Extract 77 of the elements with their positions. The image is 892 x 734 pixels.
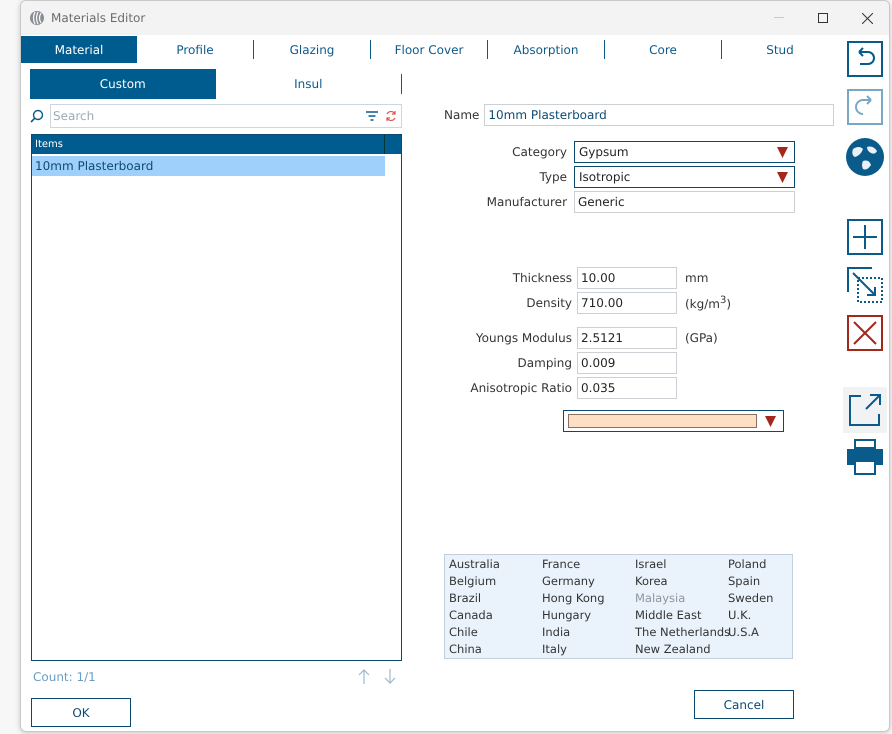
- country-item[interactable]: Sweden: [728, 591, 788, 608]
- delete-icon[interactable]: [847, 315, 883, 351]
- add-icon[interactable]: [847, 219, 883, 255]
- tab[interactable]: Stud: [722, 40, 838, 59]
- country-item[interactable]: Korea: [635, 574, 728, 591]
- field-label: Damping: [516, 356, 572, 370]
- dropdown[interactable]: Gypsum: [574, 141, 795, 163]
- window-title: Materials Editor: [51, 11, 146, 25]
- country-item[interactable]: Chile: [449, 625, 542, 642]
- field-label: Name: [444, 108, 480, 122]
- country-item[interactable]: China: [449, 642, 542, 659]
- country-item[interactable]: Brazil: [449, 591, 542, 608]
- number-field[interactable]: 0.035: [577, 377, 677, 399]
- number-field[interactable]: 2.5121: [577, 327, 677, 349]
- unit-label: (GPa): [684, 331, 719, 345]
- country-item[interactable]: Hungary: [542, 608, 635, 625]
- country-item[interactable]: Canada: [449, 608, 542, 625]
- unit-label: mm: [684, 271, 710, 285]
- number-field[interactable]: 710.00: [577, 292, 677, 314]
- dropdown-arrow-icon: [777, 172, 788, 182]
- filter-icon[interactable]: [366, 111, 378, 121]
- tab[interactable]: Absorption: [488, 40, 605, 59]
- sub-tab[interactable]: Insul: [216, 74, 402, 94]
- dropdown[interactable]: Isotropic: [574, 166, 795, 188]
- app-logo-icon: [29, 10, 45, 26]
- tab[interactable]: Profile: [137, 40, 254, 59]
- tab[interactable]: Material: [21, 36, 137, 63]
- dropdown-arrow-icon: [765, 416, 776, 426]
- country-item[interactable]: U.K.: [728, 608, 788, 625]
- globe-icon[interactable]: [845, 137, 885, 177]
- country-item[interactable]: Israel: [635, 557, 728, 574]
- tab[interactable]: Core: [605, 40, 722, 59]
- country-item[interactable]: Middle East: [635, 608, 728, 625]
- field-label: Thickness: [512, 271, 572, 285]
- number-field[interactable]: 10.00: [577, 267, 677, 289]
- field-label: Density: [525, 296, 572, 310]
- cancel-button[interactable]: Cancel: [694, 690, 794, 719]
- resize-icon[interactable]: [847, 267, 883, 303]
- unit-label: (kg/m$^{3}$): [684, 295, 732, 311]
- field-label: Type: [538, 170, 567, 184]
- item-count: Count: 1/1: [32, 670, 96, 684]
- name-field[interactable]: 10mm Plasterboard: [484, 104, 834, 126]
- field-label: Category: [511, 145, 567, 159]
- field-label: Anisotropic Ratio: [469, 381, 572, 395]
- tab[interactable]: Glazing: [254, 40, 371, 59]
- country-item[interactable]: New Zealand: [635, 642, 728, 659]
- list-item[interactable]: 10mm Plasterboard: [32, 156, 385, 176]
- number-field[interactable]: 0.009: [577, 352, 677, 374]
- country-item[interactable]: India: [542, 625, 635, 642]
- maximize-icon[interactable]: [818, 13, 828, 23]
- text-field[interactable]: Generic: [574, 191, 795, 213]
- country-item[interactable]: Hong Kong: [542, 591, 635, 608]
- printer-icon[interactable]: [847, 439, 883, 475]
- country-item[interactable]: Poland: [728, 557, 788, 574]
- country-item[interactable]: Belgium: [449, 574, 542, 591]
- country-item[interactable]: The Netherlands: [635, 625, 728, 642]
- country-item[interactable]: Australia: [449, 557, 542, 574]
- country-item[interactable]: Spain: [728, 574, 788, 591]
- redo-icon[interactable]: [847, 89, 883, 125]
- export-icon: [848, 393, 882, 427]
- color-dropdown[interactable]: [563, 410, 784, 432]
- refresh-icon[interactable]: [385, 110, 397, 122]
- search-field[interactable]: Search: [50, 104, 402, 128]
- ok-button[interactable]: OK: [31, 698, 131, 727]
- field-label: Manufacturer: [486, 195, 567, 209]
- country-item[interactable]: Germany: [542, 574, 635, 591]
- dropdown-arrow-icon: [777, 146, 788, 158]
- country-item[interactable]: Italy: [542, 642, 635, 659]
- country-item[interactable]: France: [542, 557, 635, 574]
- tab[interactable]: Floor Cover: [371, 40, 488, 59]
- country-item[interactable]: U.S.A: [728, 625, 788, 642]
- column-header: Items: [34, 138, 64, 152]
- sub-tab[interactable]: Custom: [30, 69, 216, 99]
- close-icon[interactable]: [862, 12, 873, 24]
- field-label: Youngs Modulus: [474, 331, 572, 345]
- search-icon: [30, 109, 44, 123]
- undo-icon[interactable]: [847, 41, 883, 77]
